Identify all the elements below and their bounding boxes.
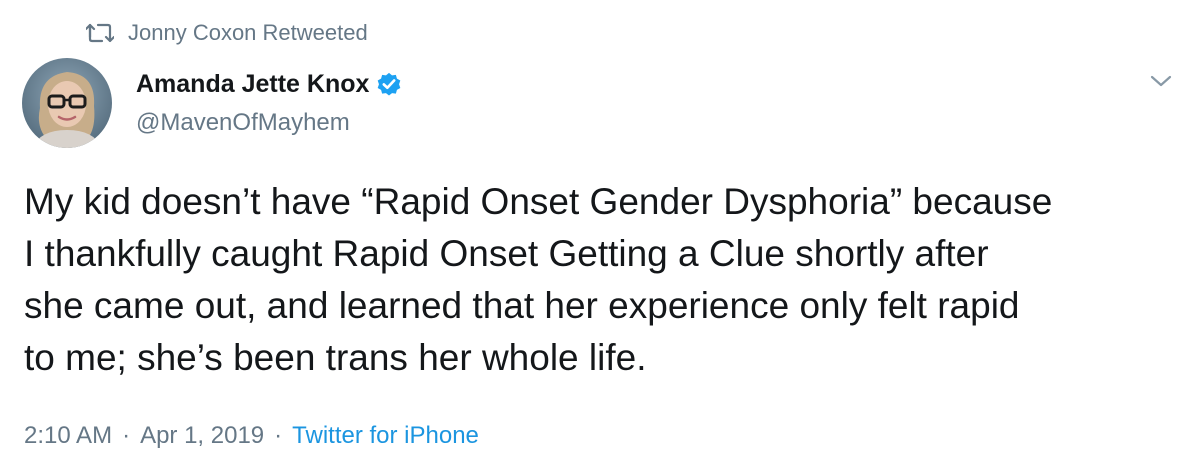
retweet-label: Jonny Coxon Retweeted [128, 20, 368, 45]
tweet-line: I thankfully caught Rapid Onset Getting … [24, 233, 989, 274]
avatar[interactable] [22, 58, 112, 148]
meta-separator: · [274, 422, 283, 449]
retweet-icon [86, 22, 114, 44]
tweet-line: My kid doesn’t have “Rapid Onset Gender … [24, 181, 1053, 222]
author-handle[interactable]: @MavenOfMayhem [136, 104, 350, 142]
verified-badge-icon [375, 70, 403, 98]
author-name-row[interactable]: Amanda Jette Knox [136, 64, 403, 104]
tweet-metadata: 2:10 AM · Apr 1, 2019 · Twitter for iPho… [24, 418, 479, 454]
tweet-date[interactable]: Apr 1, 2019 [140, 422, 264, 450]
tweet-line: to me; she’s been trans her whole life. [24, 337, 647, 378]
meta-separator: · [122, 422, 131, 449]
retweet-context[interactable]: Jonny Coxon Retweeted [86, 16, 368, 50]
author-display-name[interactable]: Amanda Jette Knox [136, 70, 369, 99]
tweet-line: she came out, and learned that her exper… [24, 285, 1020, 326]
tweet-time[interactable]: 2:10 AM [24, 422, 112, 450]
tweet-source-link[interactable]: Twitter for iPhone [292, 422, 479, 450]
chevron-down-icon[interactable] [1146, 66, 1176, 96]
tweet-text: My kid doesn’t have “Rapid Onset Gender … [24, 176, 1184, 384]
